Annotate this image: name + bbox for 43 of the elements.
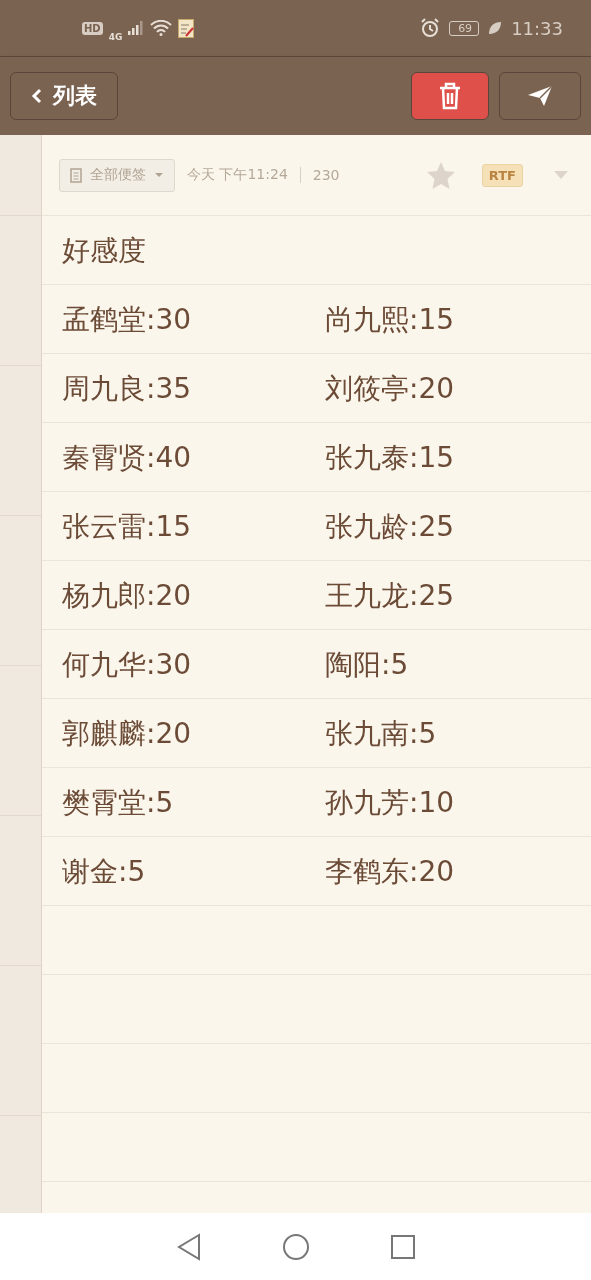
chevron-left-icon [31,88,43,104]
clock-time: 11:33 [511,17,563,39]
back-button[interactable]: 列表 [10,72,118,120]
trash-icon [438,82,462,110]
note-text: 张九龄:25 [325,508,456,545]
note-text: 杨九郎:20 [62,577,193,614]
note-text: 张九泰:15 [325,439,456,476]
battery-icon: 69 [449,20,480,36]
back-nav-icon[interactable] [175,1232,202,1261]
note-text: 刘筱亭:20 [325,370,456,407]
format-badge: RTF [481,163,523,187]
signal-icon [128,21,145,35]
note-text: 周九良:35 [62,370,193,407]
send-button[interactable] [499,72,581,120]
character-count: 230 [312,167,340,183]
note-text: 郭麒麟:20 [62,715,193,752]
leaf-icon [488,21,503,35]
note-text: 尚九熙:15 [325,301,456,338]
modified-time: 今天 下午11:24 [187,166,288,184]
home-nav-icon[interactable] [281,1232,310,1261]
note-text: 李鹤东:20 [325,853,456,890]
note-text: 孟鹤堂:30 [62,301,193,338]
wifi-icon [150,20,173,36]
alarm-icon [420,18,441,38]
network-type: 4G [108,32,123,42]
note-text: 谢金:5 [62,853,147,890]
notepad-icon [178,18,195,38]
star-icon[interactable] [425,161,456,189]
note-text: 何九华:30 [62,646,193,683]
delete-button[interactable] [411,72,489,120]
note-text: 秦霄贤:40 [62,439,193,476]
note-text: 樊霄堂:5 [62,784,175,821]
note-text: 王九龙:25 [325,577,456,614]
caret-icon [154,172,164,178]
note-text: 张云雷:15 [62,508,193,545]
note-text: 孙九芳:10 [325,784,456,821]
document-icon [70,167,82,183]
note-text: 张九南:5 [325,715,438,752]
recents-nav-icon[interactable] [389,1233,416,1260]
note-title: 好感度 [62,232,147,269]
note-text: 陶阳:5 [325,646,410,683]
hd-icon: HD [82,21,103,35]
paper-plane-icon [527,85,553,107]
